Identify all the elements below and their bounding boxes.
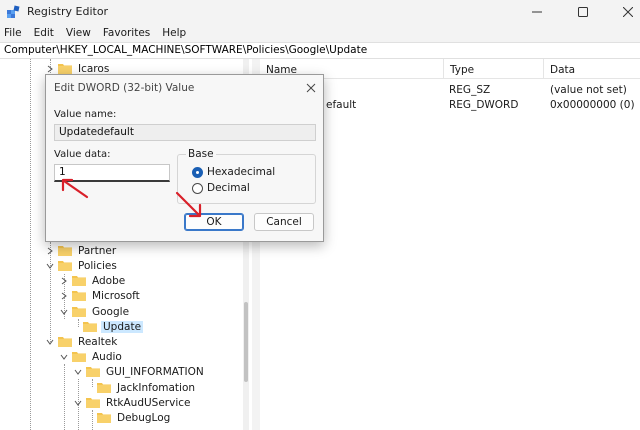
menu-view[interactable]: View [66, 27, 91, 39]
tree-scrollbar-thumb[interactable] [244, 302, 248, 382]
tree-guide [30, 59, 31, 430]
window-title: Registry Editor [27, 5, 109, 18]
value-name-field: Updatedefault [54, 124, 316, 141]
tree-guide [92, 379, 93, 387]
hexadecimal-label: Hexadecimal [207, 166, 276, 178]
value-data-cell: (value not set) [550, 84, 627, 96]
registry-icon [7, 5, 20, 18]
tree-item-label: Icaros [78, 62, 110, 75]
ok-button[interactable]: OK [184, 213, 244, 231]
maximize-icon [578, 7, 588, 17]
chevron-down-icon[interactable] [73, 398, 83, 408]
tree-item-label: GUI_INFORMATION [106, 365, 204, 378]
tree-item-google[interactable]: Google [59, 304, 131, 319]
edit-dword-dialog: Edit DWORD (32-bit) Value Value name: Up… [45, 74, 324, 242]
value-type-cell: REG_SZ [449, 84, 491, 96]
radio-unchecked-icon[interactable] [192, 182, 203, 194]
value-data-label: Value data: [54, 149, 111, 160]
tree-item-rtkaudservice[interactable]: RtkAudUService [73, 395, 193, 410]
menu-edit[interactable]: Edit [34, 27, 54, 39]
tree-guide [64, 364, 65, 430]
chevron-right-icon[interactable] [45, 246, 55, 256]
menu-bar: File Edit View Favorites Help [0, 24, 640, 42]
menu-file[interactable]: File [4, 27, 22, 39]
value-name-cell: efault [326, 99, 357, 111]
tree-item-label: Update [101, 320, 144, 333]
tree-item-adobe[interactable]: Adobe [59, 273, 127, 288]
registry-editor-window: Registry Editor File Edit View Favorites… [0, 0, 640, 430]
tree-item-label: Partner [78, 244, 117, 257]
tree-item-realtek[interactable]: Realtek [45, 334, 119, 349]
menu-favorites[interactable]: Favorites [103, 27, 150, 39]
folder-icon [58, 246, 72, 256]
tree-item-partner[interactable]: Partner [45, 243, 118, 258]
value-data-input[interactable]: 1 [54, 164, 170, 182]
base-group [177, 154, 316, 204]
column-header-type[interactable]: Type [444, 59, 544, 79]
tree-item-label: Google [92, 305, 130, 318]
tree-item-audio[interactable]: Audio [59, 349, 124, 364]
tree-item-label: Adobe [92, 274, 126, 287]
tree-item-gui-information[interactable]: GUI_INFORMATION [73, 364, 206, 379]
tree-item-label: Realtek [78, 335, 118, 348]
chevron-down-icon[interactable] [59, 352, 69, 362]
chevron-right-icon[interactable] [59, 291, 69, 301]
value-name-label: Value name: [54, 109, 117, 120]
close-icon[interactable] [304, 81, 318, 95]
tree-guide [92, 410, 93, 430]
cancel-button[interactable]: Cancel [254, 213, 314, 231]
chevron-right-icon[interactable] [45, 64, 55, 74]
chevron-down-icon[interactable] [45, 261, 55, 271]
close-window-button[interactable] [606, 0, 640, 24]
chevron-down-icon[interactable] [45, 337, 55, 347]
folder-icon [72, 291, 86, 301]
address-bar[interactable]: Computer\HKEY_LOCAL_MACHINE\SOFTWARE\Pol… [0, 42, 640, 59]
value-type-cell: REG_DWORD [449, 99, 519, 111]
minimize-icon [532, 11, 542, 13]
column-header-data[interactable]: Data [544, 59, 640, 79]
menu-help[interactable]: Help [162, 27, 186, 39]
radio-decimal[interactable]: Decimal [192, 182, 250, 194]
tree-item-microsoft[interactable]: Microsoft [59, 288, 142, 303]
decimal-label: Decimal [207, 182, 250, 194]
value-data-cell: 0x00000000 (0) [550, 99, 635, 111]
title-bar: Registry Editor [0, 0, 640, 24]
tree-item-label: Audio [92, 350, 122, 363]
folder-icon [58, 64, 72, 74]
tree-guide [78, 319, 79, 327]
folder-open-icon [58, 337, 72, 347]
tree-item-jackinfomation[interactable]: JackInfomation [97, 380, 197, 395]
base-label: Base [186, 148, 216, 160]
radio-hexadecimal[interactable]: Hexadecimal [192, 166, 275, 178]
tree-item-label: JackInfomation [117, 381, 196, 394]
tree-item-policies[interactable]: Policies [45, 258, 119, 273]
maximize-button[interactable] [561, 0, 605, 24]
chevron-down-icon[interactable] [59, 307, 69, 317]
folder-open-icon [86, 367, 100, 377]
chevron-right-icon[interactable] [59, 276, 69, 286]
close-icon [623, 7, 633, 17]
tree-item-update[interactable]: Update [83, 319, 144, 334]
dialog-title: Edit DWORD (32-bit) Value [54, 82, 195, 94]
folder-open-icon [72, 352, 86, 362]
radio-checked-icon[interactable] [192, 166, 203, 178]
tree-item-label: DebugLog [117, 411, 171, 424]
chevron-down-icon[interactable] [73, 367, 83, 377]
folder-icon [97, 413, 111, 423]
folder-open-icon [58, 261, 72, 271]
folder-open-icon [86, 398, 100, 408]
tree-item-label: RtkAudUService [106, 396, 191, 409]
tree-item-label: Policies [78, 259, 117, 272]
folder-icon [83, 322, 97, 332]
minimize-button[interactable] [515, 0, 559, 24]
folder-open-icon [72, 307, 86, 317]
tree-item-label: Microsoft [92, 289, 140, 302]
folder-icon [72, 276, 86, 286]
folder-icon [97, 383, 111, 393]
tree-item-debuglog[interactable]: DebugLog [97, 410, 172, 425]
